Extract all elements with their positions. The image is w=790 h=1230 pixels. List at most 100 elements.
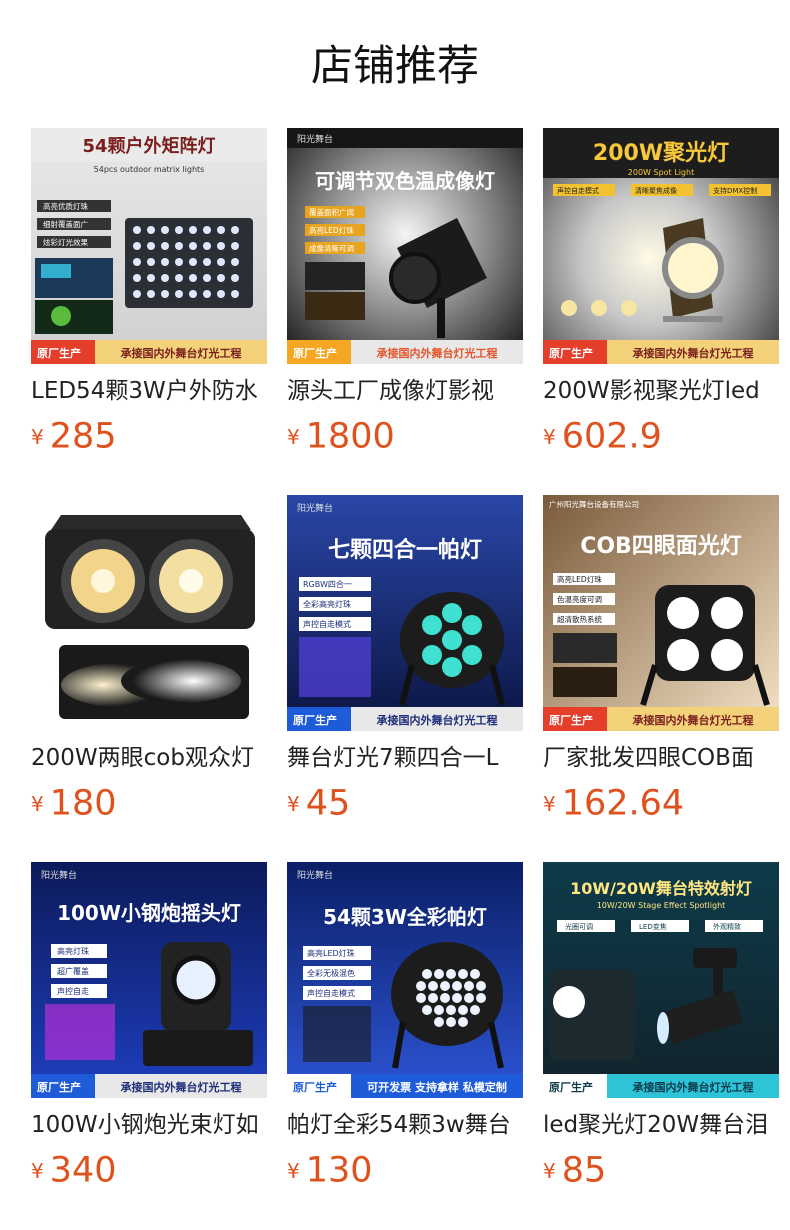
svg-text:超广覆盖: 超广覆盖 (57, 966, 89, 976)
svg-text:七颗四合一帕灯: 七颗四合一帕灯 (328, 537, 482, 563)
svg-text:原厂生产: 原厂生产 (549, 346, 593, 360)
svg-text:10W/20W Stage Effect Spotlight: 10W/20W Stage Effect Spotlight (597, 901, 726, 910)
product-image[interactable]: 10W/20W舞台特效射灯 10W/20W Stage Effect Spotl… (543, 862, 779, 1098)
svg-text:全彩无极混色: 全彩无极混色 (307, 968, 355, 978)
product-name[interactable]: led聚光灯20W舞台泪 (543, 1107, 779, 1143)
product-price: ¥162.64 (543, 779, 684, 827)
svg-text:阳光舞台: 阳光舞台 (297, 869, 333, 881)
product-price: ¥285 (31, 412, 117, 460)
product-name[interactable]: 200W影视聚光灯led (543, 373, 779, 409)
svg-text:声控自走模式: 声控自走模式 (557, 186, 599, 195)
svg-text:清晰聚焦成像: 清晰聚焦成像 (635, 186, 677, 195)
svg-text:原厂生产: 原厂生产 (293, 1080, 337, 1094)
svg-text:200W聚光灯: 200W聚光灯 (593, 141, 729, 166)
product-grid: 54颗户外矩阵灯 54pcs outdoor matrix lights 高亮优… (0, 0, 790, 1230)
product-image[interactable] (31, 495, 267, 731)
svg-text:承接国内外舞台灯光工程: 承接国内外舞台灯光工程 (377, 346, 498, 360)
product-name[interactable]: 200W两眼cob观众灯 (31, 740, 267, 776)
currency-symbol: ¥ (543, 1158, 556, 1183)
svg-text:原厂生产: 原厂生产 (293, 713, 337, 727)
svg-text:色温亮度可调: 色温亮度可调 (557, 594, 602, 604)
price-amount: 285 (49, 416, 117, 457)
svg-text:承接国内外舞台灯光工程: 承接国内外舞台灯光工程 (633, 346, 754, 360)
currency-symbol: ¥ (31, 791, 44, 816)
product-name[interactable]: 厂家批发四眼COB面 (543, 740, 779, 776)
product-image[interactable]: 阳光舞台 七颗四合一帕灯 RGBW四合一 全彩高亮灯珠 声控自走模式 原厂生产 … (287, 495, 523, 731)
product-price: ¥85 (543, 1146, 606, 1194)
currency-symbol: ¥ (287, 791, 300, 816)
svg-text:超清散热系统: 超清散热系统 (557, 614, 602, 624)
currency-symbol: ¥ (543, 424, 556, 449)
svg-text:高亮LED灯珠: 高亮LED灯珠 (309, 225, 354, 235)
svg-text:可调节双色温成像灯: 可调节双色温成像灯 (315, 169, 495, 193)
svg-text:LED变焦: LED变焦 (639, 922, 667, 931)
product-price: ¥180 (31, 779, 117, 827)
svg-text:10W/20W舞台特效射灯: 10W/20W舞台特效射灯 (570, 879, 752, 898)
svg-text:原厂生产: 原厂生产 (293, 346, 337, 360)
product-price: ¥340 (31, 1146, 117, 1194)
svg-text:支持DMX控制: 支持DMX控制 (713, 186, 757, 195)
price-amount: 340 (49, 1150, 117, 1191)
svg-text:高亮优质灯珠: 高亮优质灯珠 (43, 201, 88, 211)
svg-text:全彩高亮灯珠: 全彩高亮灯珠 (303, 599, 351, 609)
svg-text:100W小钢炮摇头灯: 100W小钢炮摇头灯 (57, 901, 241, 925)
price-amount: 130 (305, 1150, 373, 1191)
price-amount: 180 (49, 783, 117, 824)
price-amount: 602.9 (561, 416, 662, 457)
svg-text:承接国内外舞台灯光工程: 承接国内外舞台灯光工程 (121, 1080, 242, 1094)
svg-text:承接国内外舞台灯光工程: 承接国内外舞台灯光工程 (633, 713, 754, 727)
svg-text:阳光舞台: 阳光舞台 (41, 869, 77, 881)
svg-text:54颗3W全彩帕灯: 54颗3W全彩帕灯 (323, 905, 487, 929)
product-image[interactable]: 阳光舞台 54颗3W全彩帕灯 高亮LED灯珠 全彩无极混色 声控自走模式 原厂生… (287, 862, 523, 1098)
svg-text:外观精致: 外观精致 (713, 922, 741, 931)
product-image[interactable]: 广州阳光舞台设备有限公司 COB四眼面光灯 高亮LED灯珠 色温亮度可调 超清散… (543, 495, 779, 731)
product-name[interactable]: LED54颗3W户外防水 (31, 373, 267, 409)
svg-text:原厂生产: 原厂生产 (37, 346, 81, 360)
product-name[interactable]: 帕灯全彩54颗3w舞台 (287, 1107, 523, 1143)
product-name[interactable]: 100W小钢炮光束灯如 (31, 1107, 267, 1143)
product-image[interactable]: 阳光舞台 可调节双色温成像灯 覆盖面积广阔 高亮LED灯珠 成像清晰可调 原厂生… (287, 128, 523, 364)
currency-symbol: ¥ (287, 1158, 300, 1183)
svg-text:COB四眼面光灯: COB四眼面光灯 (580, 534, 742, 559)
svg-text:声控自走: 声控自走 (57, 986, 89, 996)
svg-text:阳光舞台: 阳光舞台 (297, 133, 333, 145)
svg-text:54颗户外矩阵灯: 54颗户外矩阵灯 (82, 135, 215, 157)
svg-text:可开发票 支持拿样 私模定制: 可开发票 支持拿样 私模定制 (367, 1080, 507, 1094)
svg-text:阳光舞台: 阳光舞台 (297, 502, 333, 514)
svg-text:200W Spot Light: 200W Spot Light (628, 168, 694, 177)
price-amount: 162.64 (561, 783, 685, 824)
svg-text:细射覆盖面广: 细射覆盖面广 (43, 219, 88, 229)
currency-symbol: ¥ (31, 1158, 44, 1183)
product-price: ¥130 (287, 1146, 373, 1194)
price-amount: 85 (561, 1150, 607, 1191)
svg-text:承接国内外舞台灯光工程: 承接国内外舞台灯光工程 (121, 346, 242, 360)
product-name[interactable]: 源头工厂成像灯影视 (287, 373, 523, 409)
svg-text:承接国内外舞台灯光工程: 承接国内外舞台灯光工程 (633, 1080, 754, 1094)
product-image[interactable]: 200W聚光灯 200W Spot Light 声控自走模式 清晰聚焦成像 支持… (543, 128, 779, 364)
product-price: ¥45 (287, 779, 350, 827)
svg-text:声控自走模式: 声控自走模式 (307, 988, 355, 998)
svg-text:高亮灯珠: 高亮灯珠 (57, 946, 89, 956)
product-price: ¥602.9 (543, 412, 662, 460)
svg-text:RGBW四合一: RGBW四合一 (303, 579, 352, 589)
svg-text:声控自走模式: 声控自走模式 (303, 619, 351, 629)
svg-text:光圈可调: 光圈可调 (565, 922, 593, 931)
svg-text:承接国内外舞台灯光工程: 承接国内外舞台灯光工程 (377, 713, 498, 727)
product-image[interactable]: 54颗户外矩阵灯 54pcs outdoor matrix lights 高亮优… (31, 128, 267, 364)
svg-text:原厂生产: 原厂生产 (549, 1080, 593, 1094)
currency-symbol: ¥ (543, 791, 556, 816)
price-amount: 45 (305, 783, 351, 824)
product-image[interactable]: 阳光舞台 100W小钢炮摇头灯 高亮灯珠 超广覆盖 声控自走 原厂生产 承接国内… (31, 862, 267, 1098)
svg-text:成像清晰可调: 成像清晰可调 (309, 243, 354, 253)
svg-text:广州阳光舞台设备有限公司: 广州阳光舞台设备有限公司 (549, 499, 639, 509)
currency-symbol: ¥ (287, 424, 300, 449)
svg-text:高亮LED灯珠: 高亮LED灯珠 (307, 948, 355, 958)
svg-text:原厂生产: 原厂生产 (549, 713, 593, 727)
currency-symbol: ¥ (31, 424, 44, 449)
svg-text:高亮LED灯珠: 高亮LED灯珠 (557, 574, 602, 584)
svg-text:炫彩灯光效果: 炫彩灯光效果 (43, 237, 88, 247)
price-amount: 1800 (305, 416, 395, 457)
svg-text:54pcs outdoor matrix lights: 54pcs outdoor matrix lights (94, 165, 205, 174)
svg-text:原厂生产: 原厂生产 (37, 1080, 81, 1094)
product-name[interactable]: 舞台灯光7颗四合一L (287, 740, 523, 776)
